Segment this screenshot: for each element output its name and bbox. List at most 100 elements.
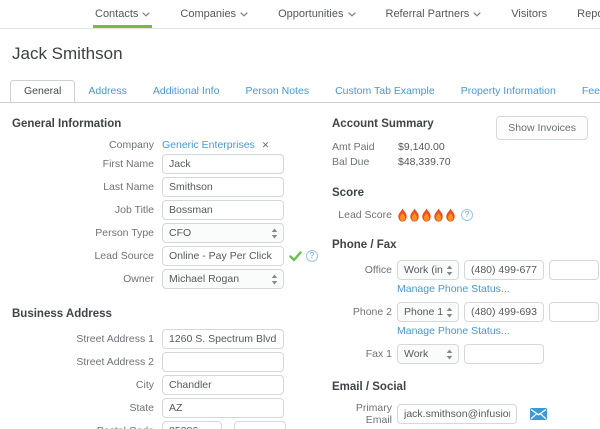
business-address-heading: Business Address xyxy=(12,308,312,320)
nav-item-companies[interactable]: Companies xyxy=(178,0,250,28)
contact-record-page: Contacts Companies Opportunities Referra… xyxy=(0,0,600,429)
bal-due-value: $48,339.70 xyxy=(398,155,451,170)
flame-icon xyxy=(433,208,444,222)
nav-item-label: Reports xyxy=(577,8,600,20)
tab-feedback[interactable]: Feedback xyxy=(569,81,600,102)
bal-due-row: Bal Due $48,339.70 xyxy=(332,155,588,170)
lead-source-help-icon[interactable]: ? xyxy=(306,250,318,262)
chevron-down-icon xyxy=(240,12,248,17)
stepper-icon xyxy=(446,307,453,318)
nav-item-label: Opportunities xyxy=(278,8,343,20)
job-title-field[interactable] xyxy=(162,200,284,220)
first-name-field[interactable] xyxy=(162,154,284,174)
postal-code-label: Postal Code xyxy=(12,425,162,429)
manage-phone-status-link-office[interactable]: Manage Phone Status... xyxy=(397,283,588,295)
amt-paid-row: Amt Paid $9,140.00 xyxy=(332,140,588,155)
nav-item-referral-partners[interactable]: Referral Partners xyxy=(384,0,484,28)
street-address-1-label: Street Address 1 xyxy=(12,333,162,345)
state-label: State xyxy=(12,402,162,414)
page-title: Jack Smithson xyxy=(0,29,600,64)
postal-plus4-field[interactable] xyxy=(234,421,286,429)
primary-email-row: Primary Email xyxy=(332,402,588,426)
fax1-row: Fax 1 Work xyxy=(332,344,588,364)
nav-item-label: Referral Partners xyxy=(386,8,470,20)
lead-score-flames xyxy=(397,208,457,222)
postal-code-row: Postal Code - xyxy=(12,421,312,429)
street-address-1-row: Street Address 1 xyxy=(12,329,312,349)
stepper-icon xyxy=(271,228,278,239)
lead-source-field[interactable] xyxy=(162,246,284,266)
remove-company-icon[interactable]: ✕ xyxy=(262,140,270,151)
street-address-1-field[interactable] xyxy=(162,329,284,349)
tab-custom-tab-example[interactable]: Custom Tab Example xyxy=(322,81,448,102)
postal-separator: - xyxy=(226,425,230,429)
job-title-label: Job Title xyxy=(12,204,162,216)
amt-paid-value: $9,140.00 xyxy=(398,140,445,155)
office-phone-type-select[interactable]: Work (invalid) xyxy=(397,260,459,280)
phone-fax-heading: Phone / Fax xyxy=(332,239,588,251)
lead-source-label: Lead Source xyxy=(12,250,162,262)
city-row: City xyxy=(12,375,312,395)
tab-person-notes[interactable]: Person Notes xyxy=(232,81,322,102)
send-email-icon[interactable] xyxy=(530,408,547,420)
amt-paid-label: Amt Paid xyxy=(332,140,398,155)
phone2-field[interactable] xyxy=(464,302,544,322)
nav-item-label: Visitors xyxy=(511,8,547,20)
score-heading: Score xyxy=(332,187,588,199)
office-label: Office xyxy=(332,264,392,276)
person-type-row: Person Type CFO xyxy=(12,223,312,243)
manage-phone-status-link-phone2[interactable]: Manage Phone Status... xyxy=(397,325,588,337)
owner-label: Owner xyxy=(12,273,162,285)
person-type-select[interactable]: CFO xyxy=(162,223,284,243)
fax1-type-select[interactable]: Work xyxy=(397,344,459,364)
fax1-label: Fax 1 xyxy=(332,348,392,360)
tab-address[interactable]: Address xyxy=(75,81,140,102)
lead-score-help-icon[interactable]: ? xyxy=(461,209,473,221)
city-field[interactable] xyxy=(162,375,284,395)
flame-icon xyxy=(421,208,432,222)
office-phone-field[interactable] xyxy=(464,260,544,280)
last-name-field[interactable] xyxy=(162,177,284,197)
tab-additional-info[interactable]: Additional Info xyxy=(140,81,233,102)
phone2-type-select[interactable]: Phone 1 xyxy=(397,302,459,322)
nav-item-opportunities[interactable]: Opportunities xyxy=(276,0,357,28)
phone2-type-value: Phone 1 xyxy=(404,306,443,318)
phone2-row: Phone 2 Phone 1 xyxy=(332,302,588,322)
nav-item-contacts[interactable]: Contacts xyxy=(93,0,152,28)
nav-item-visitors[interactable]: Visitors xyxy=(509,0,549,28)
fax1-field[interactable] xyxy=(464,344,544,364)
nav-item-label: Contacts xyxy=(95,8,138,20)
company-link[interactable]: Generic Enterprises xyxy=(162,139,255,151)
stepper-icon xyxy=(446,349,453,360)
postal-code-field[interactable] xyxy=(162,421,222,429)
state-row: State xyxy=(12,398,312,418)
tab-general[interactable]: General xyxy=(10,80,75,103)
owner-row: Owner Michael Rogan xyxy=(12,269,312,289)
lead-score-label: Lead Score xyxy=(332,209,392,221)
phone2-ext-field[interactable] xyxy=(549,302,599,322)
first-name-label: First Name xyxy=(12,158,162,170)
flame-icon xyxy=(409,208,420,222)
email-social-heading: Email / Social xyxy=(332,381,588,393)
street-address-2-label: Street Address 2 xyxy=(12,356,162,368)
bal-due-label: Bal Due xyxy=(332,155,398,170)
stepper-icon xyxy=(446,265,453,276)
job-title-row: Job Title xyxy=(12,200,312,220)
chevron-down-icon xyxy=(142,12,150,17)
owner-value: Michael Rogan xyxy=(169,273,268,285)
office-phone-row: Office Work (invalid) xyxy=(332,260,588,280)
general-information-heading: General Information xyxy=(12,118,312,130)
flame-icon xyxy=(445,208,456,222)
street-address-2-field[interactable] xyxy=(162,352,284,372)
nav-item-reports[interactable]: Reports xyxy=(575,0,600,28)
state-field[interactable] xyxy=(162,398,284,418)
chevron-down-icon xyxy=(473,12,481,17)
show-invoices-button[interactable]: Show Invoices xyxy=(496,116,588,140)
nav-item-label: Companies xyxy=(180,8,236,20)
office-phone-ext-field[interactable] xyxy=(549,260,599,280)
flame-icon xyxy=(397,208,408,222)
first-name-row: First Name xyxy=(12,154,312,174)
tab-property-information[interactable]: Property Information xyxy=(448,81,569,102)
primary-email-field[interactable] xyxy=(397,404,517,424)
owner-select[interactable]: Michael Rogan xyxy=(162,269,284,289)
